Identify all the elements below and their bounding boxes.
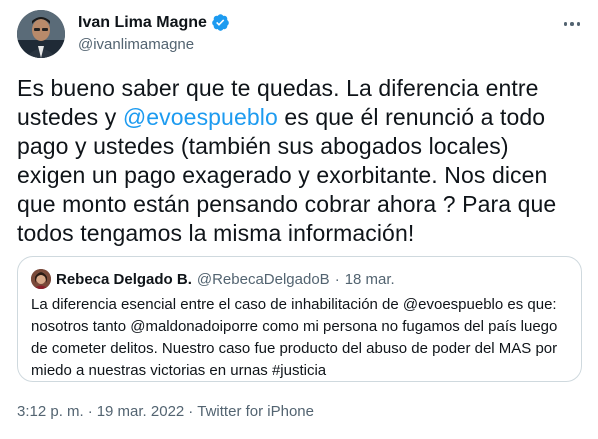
quoted-tweet-text: La diferencia esencial entre el caso de … — [31, 296, 558, 379]
quoted-tweet-header: Rebeca Delgado B. @RebecaDelgadoB · 18 m… — [31, 269, 395, 289]
more-options-icon[interactable] — [560, 12, 584, 36]
author-avatar[interactable] — [17, 10, 65, 58]
tweet-date[interactable]: 19 mar. 2022 — [97, 403, 185, 420]
tweet-time[interactable]: 3:12 p. m. — [17, 403, 84, 420]
mention-link[interactable]: @evoespueblo — [123, 104, 278, 130]
quoted-date: 18 mar. — [344, 270, 395, 288]
author-name[interactable]: Ivan Lima Magne — [78, 14, 207, 32]
author-name-row[interactable]: Ivan Lima Magne — [78, 13, 230, 32]
tweet-source[interactable]: Twitter for iPhone — [197, 403, 314, 420]
quoted-author-avatar — [31, 269, 51, 289]
quoted-author-name: Rebeca Delgado B. — [56, 270, 192, 288]
quoted-separator: · — [334, 270, 340, 288]
meta-separator: · — [87, 403, 93, 420]
quoted-tweet-card[interactable]: Rebeca Delgado B. @RebecaDelgadoB · 18 m… — [17, 256, 582, 382]
verified-badge-icon — [211, 13, 230, 32]
author-handle[interactable]: @ivanlimamagne — [78, 36, 194, 53]
tweet-metadata: 3:12 p. m. · 19 mar. 2022 · Twitter for … — [17, 403, 314, 420]
quoted-author-handle: @RebecaDelgadoB — [196, 270, 330, 288]
tweet-text: Es bueno saber que te quedas. La diferen… — [17, 74, 583, 248]
meta-separator: · — [188, 403, 194, 420]
